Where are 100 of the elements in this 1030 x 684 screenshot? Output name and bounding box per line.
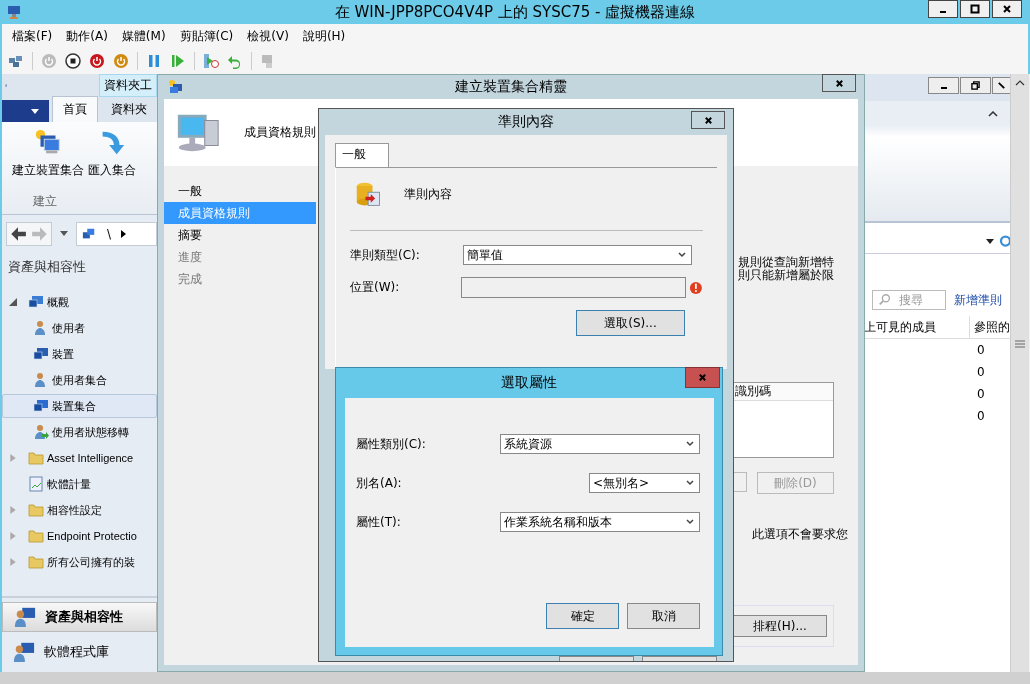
tab[interactable]: 一般 <box>335 143 389 167</box>
caret-icon <box>31 108 39 114</box>
user-computer-icon <box>13 606 37 628</box>
section-title: 資產與相容性 <box>8 258 87 276</box>
schedule-button[interactable]: 排程(H)... <box>733 615 827 637</box>
add-criteria-link[interactable]: 新增準則 <box>954 291 1002 309</box>
stop-icon[interactable] <box>65 53 81 69</box>
collection-icon <box>168 79 184 95</box>
close-icon <box>997 81 1006 90</box>
close-icon <box>698 373 707 382</box>
checkpoint-icon[interactable] <box>203 53 219 69</box>
scroll-up-icon[interactable] <box>1015 80 1025 86</box>
power-icon[interactable] <box>113 53 129 69</box>
tree-item[interactable]: 相容性設定 <box>2 498 157 522</box>
chevron-icon <box>121 229 127 238</box>
ribbon-button[interactable]: 匯入集合 <box>88 128 136 179</box>
minimize-button[interactable] <box>928 0 958 18</box>
rules-list[interactable]: 識別碼 <box>732 382 834 458</box>
dropdown-icon[interactable] <box>60 231 68 236</box>
dialog-title: 準則內容 <box>498 113 554 131</box>
dropdown[interactable]: 作業系統名稱和版本 <box>500 512 700 532</box>
tree-item[interactable]: 使用者狀態移轉 <box>2 420 157 444</box>
scroll-grip-icon[interactable] <box>1015 340 1025 348</box>
file-menu-button[interactable] <box>2 100 49 122</box>
minimize-icon <box>940 87 947 89</box>
section-heading: 準則內容 <box>404 185 452 203</box>
menu-item[interactable]: 檢視(V) <box>247 27 289 45</box>
description-text: 規則從查詢新增特 <box>738 256 834 269</box>
restore-icon <box>971 81 980 90</box>
tree-item[interactable]: Asset Intelligence <box>2 446 157 470</box>
workspace-button[interactable]: 軟體程式庫 <box>2 638 157 666</box>
dialog-button[interactable]: 確定 <box>546 603 619 629</box>
play-icon[interactable] <box>170 53 186 69</box>
tree-item[interactable]: 使用者集合 <box>2 368 157 392</box>
select-button[interactable]: 選取(S)... <box>576 310 685 336</box>
table-cell: 0 <box>977 409 985 423</box>
close-icon <box>1002 4 1012 14</box>
computer-icon <box>28 294 44 310</box>
close-button[interactable] <box>992 77 1010 94</box>
maximize-button[interactable] <box>960 0 990 18</box>
menu-item[interactable]: 動作(A) <box>66 27 108 45</box>
table-cell: 0 <box>977 343 985 357</box>
dropdown[interactable]: <無別名> <box>589 473 700 493</box>
menu-item[interactable]: 說明(H) <box>302 27 346 45</box>
dialog-title: 建立裝置集合精靈 <box>455 78 567 96</box>
location-field[interactable] <box>461 277 687 298</box>
dropdown-icon[interactable] <box>986 238 994 244</box>
folder-icon <box>28 502 44 518</box>
chevron-icon <box>678 252 686 258</box>
tree-item[interactable]: 使用者 <box>2 316 157 340</box>
context-tab[interactable]: 資料夾工 <box>99 74 157 97</box>
close-icon <box>703 115 713 125</box>
power-icon[interactable] <box>89 53 105 69</box>
folder-icon <box>28 554 44 570</box>
dialog-title: 選取屬性 <box>501 374 557 392</box>
minimize-button[interactable] <box>928 77 959 94</box>
meter-icon <box>28 476 44 492</box>
menu-item[interactable]: 媒體(M) <box>121 27 166 45</box>
tree-item[interactable]: 所有公司擁有的裝 <box>2 550 157 574</box>
ribbon-tab[interactable]: 資料夾 <box>101 97 157 122</box>
folder-icon <box>28 528 44 544</box>
computer-icon <box>33 346 49 362</box>
criteria-type-dropdown[interactable]: 簡單值 <box>463 245 692 265</box>
close-button[interactable] <box>992 0 1022 18</box>
tree-item[interactable]: 軟體計量 <box>2 472 157 496</box>
collapse-icon[interactable] <box>988 111 998 117</box>
ribbon-tab[interactable]: 首頁 <box>52 96 98 122</box>
workspace-button[interactable]: 資產與相容性 <box>2 602 157 632</box>
search-field[interactable]: 搜尋 <box>872 290 946 310</box>
restore-button[interactable] <box>960 77 991 94</box>
keyboard-icon[interactable] <box>8 53 24 69</box>
maximize-icon <box>970 4 980 14</box>
page-heading: 成員資格規則 <box>244 124 316 141</box>
ribbon-button[interactable]: 建立裝置集合 <box>12 128 84 179</box>
description-text: 則只能新增屬於限 <box>738 269 834 282</box>
list-header[interactable]: 識別碼 <box>733 383 833 401</box>
field-label: 別名(A): <box>356 474 402 492</box>
tree-item[interactable]: Endpoint Protectio <box>2 524 157 548</box>
expanded-icon[interactable] <box>9 298 17 306</box>
dropdown[interactable]: 系統資源 <box>500 434 700 454</box>
field-label: 位置(W): <box>350 279 401 296</box>
column-header[interactable]: 參照的 <box>970 316 1010 338</box>
table-cell: 0 <box>977 387 985 401</box>
menu-item[interactable]: 檔案(F) <box>12 27 53 45</box>
menu-item[interactable]: 剪貼簿(C) <box>179 27 234 45</box>
address-bar[interactable]: \ <box>76 221 157 246</box>
user-computer-icon <box>12 641 36 663</box>
close-button[interactable] <box>822 74 856 92</box>
tree-item[interactable]: 裝置集合 <box>2 394 157 418</box>
minimize-icon <box>940 11 946 13</box>
wizard-step[interactable]: 摘要 <box>164 224 316 246</box>
pause-icon[interactable] <box>146 53 162 69</box>
tree-item[interactable]: 裝置 <box>2 342 157 366</box>
search-icon <box>878 293 892 307</box>
user-icon <box>33 424 49 440</box>
tree-item[interactable]: 概觀 <box>2 290 157 314</box>
wizard-step[interactable]: 一般 <box>164 180 316 202</box>
close-button[interactable] <box>691 111 725 129</box>
dialog-button[interactable]: 取消 <box>627 603 700 629</box>
chevron-icon <box>686 519 694 525</box>
